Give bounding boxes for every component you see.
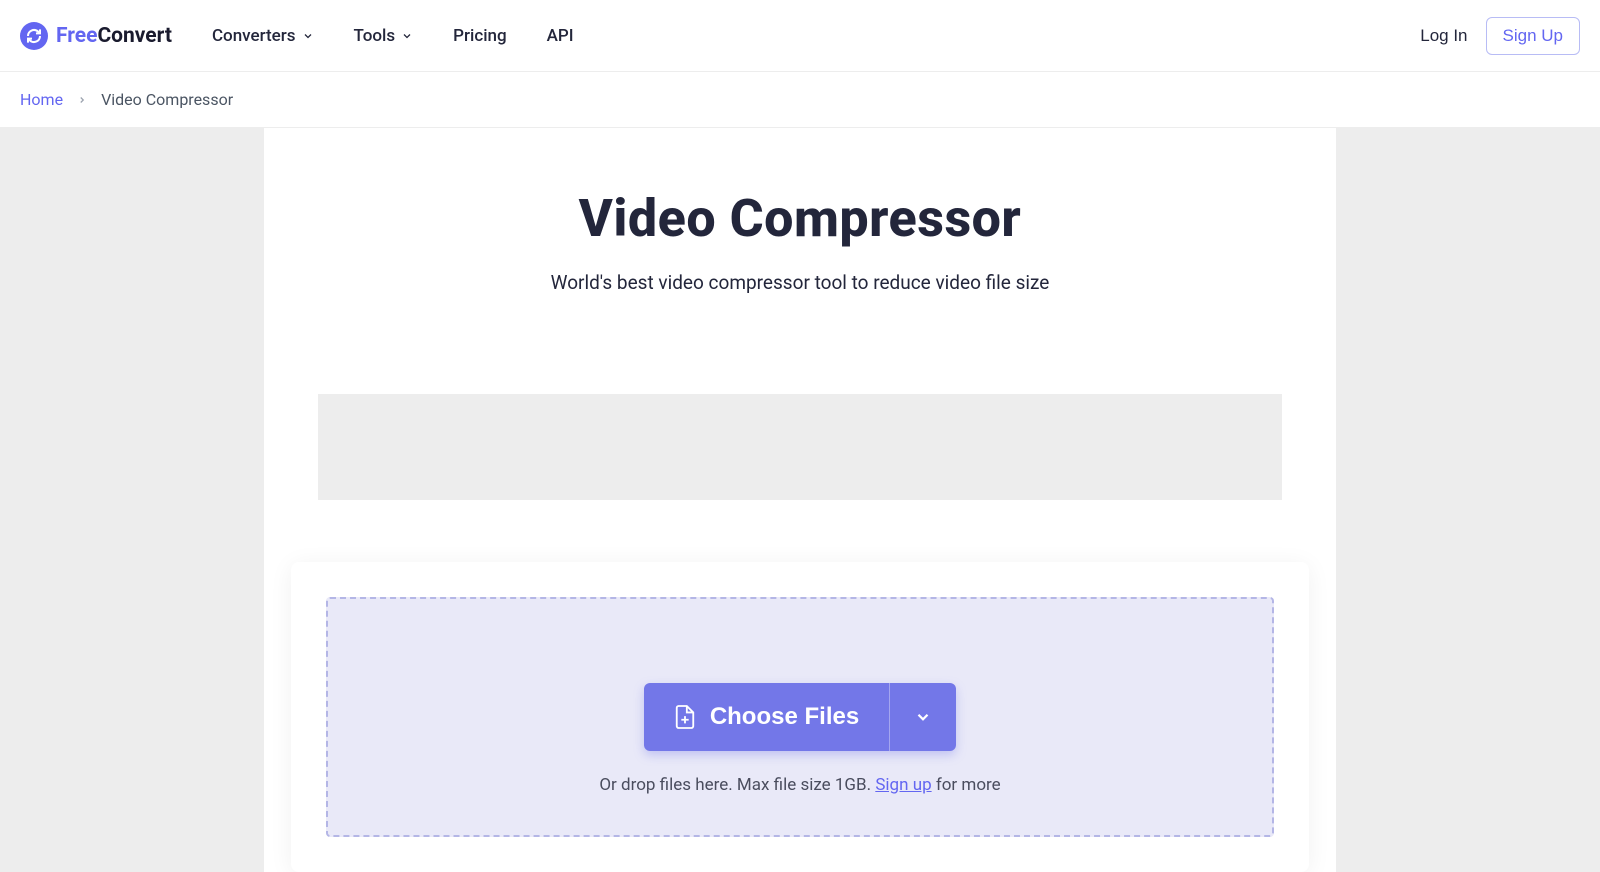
auth-buttons: Log In Sign Up (1420, 17, 1580, 55)
chevron-down-icon (401, 30, 413, 42)
nav-pricing[interactable]: Pricing (453, 26, 507, 46)
choose-files-group: Choose Files (644, 683, 956, 751)
signup-link[interactable]: Sign up (875, 775, 931, 795)
page-title: Video Compressor (291, 188, 1309, 249)
choose-files-dropdown-button[interactable] (889, 683, 956, 751)
chevron-right-icon (77, 95, 87, 105)
chevron-down-icon (302, 30, 314, 42)
dropzone[interactable]: Choose Files Or drop files here. Max fil… (326, 597, 1274, 837)
nav-converters[interactable]: Converters (212, 26, 314, 46)
breadcrumb-home[interactable]: Home (20, 90, 63, 109)
chevron-down-icon (914, 708, 932, 726)
primary-nav: Converters Tools Pricing API (212, 26, 1420, 46)
dropzone-card: Choose Files Or drop files here. Max fil… (291, 562, 1309, 872)
page-background: Video Compressor World's best video comp… (0, 128, 1600, 872)
login-button[interactable]: Log In (1420, 26, 1467, 46)
logo[interactable]: FreeConvert (20, 22, 172, 50)
signup-button[interactable]: Sign Up (1486, 17, 1580, 55)
drop-hint-text: Or drop files here. Max file size 1GB. S… (358, 775, 1242, 795)
page-subtitle: World's best video compressor tool to re… (291, 271, 1309, 294)
nav-api[interactable]: API (547, 26, 574, 46)
nav-tools[interactable]: Tools (354, 26, 414, 46)
breadcrumb-current: Video Compressor (101, 90, 233, 109)
main-container: Video Compressor World's best video comp… (264, 128, 1336, 872)
logo-text: FreeConvert (56, 24, 172, 48)
logo-icon (20, 22, 48, 50)
main-header: FreeConvert Converters Tools Pricing API… (0, 0, 1600, 72)
ad-placeholder (318, 394, 1282, 500)
file-add-icon (674, 704, 696, 730)
breadcrumb: Home Video Compressor (0, 72, 1600, 128)
choose-files-button[interactable]: Choose Files (644, 683, 889, 751)
